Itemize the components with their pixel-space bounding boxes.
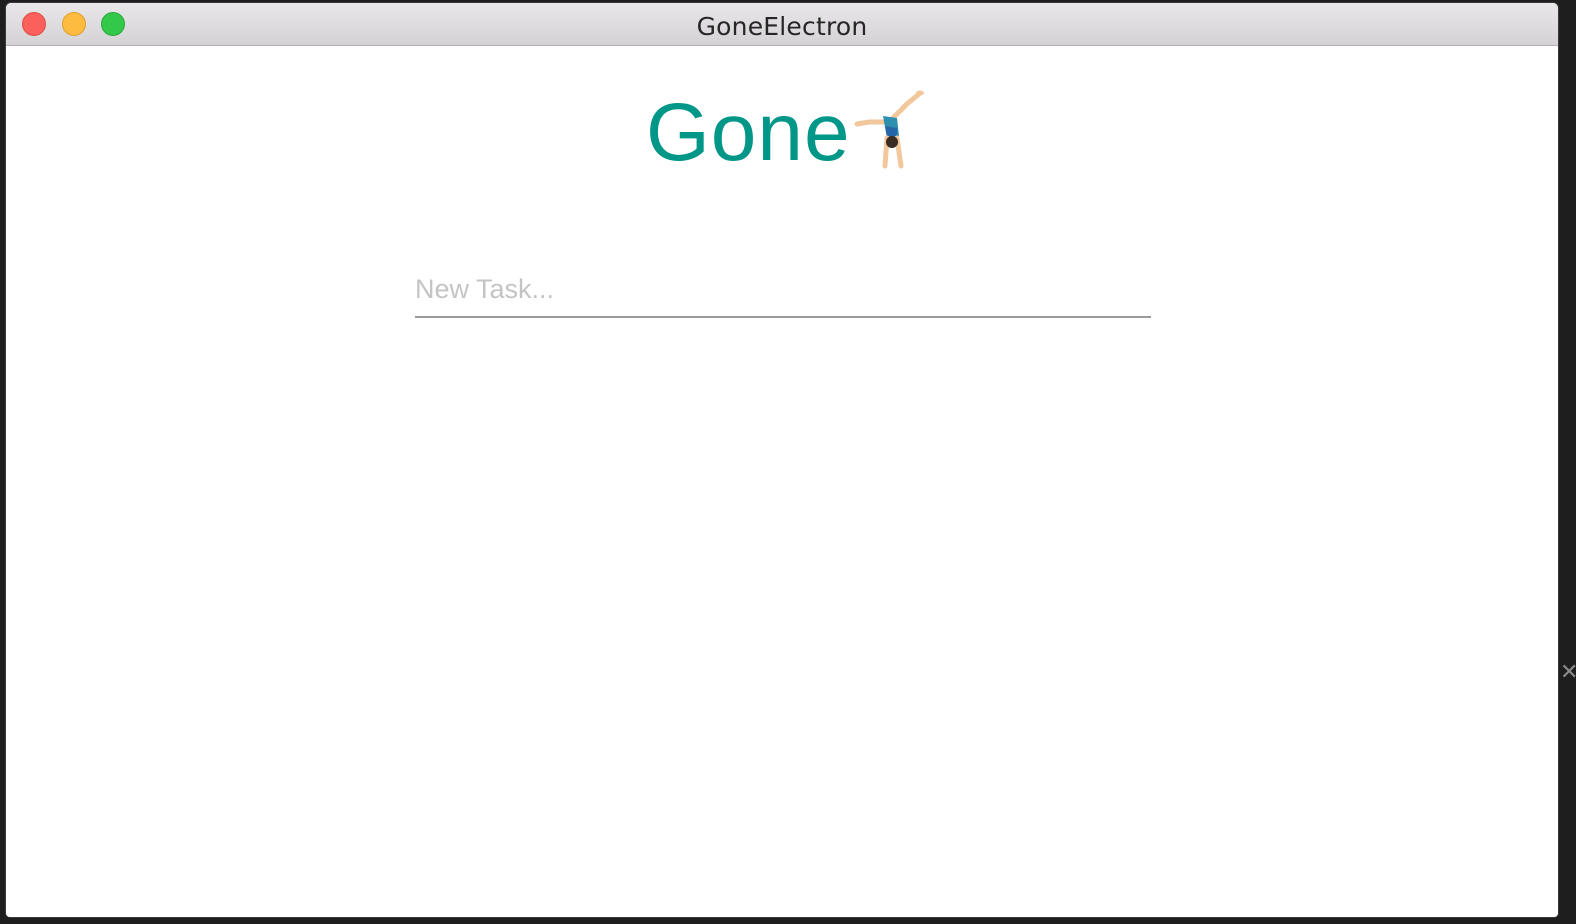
app-window: GoneElectron Gone — [6, 3, 1558, 917]
background-close-icon: ✕ — [1560, 660, 1576, 685]
logo-text: Gone — [646, 87, 851, 178]
new-task-field — [415, 244, 1151, 322]
title-bar[interactable]: GoneElectron — [6, 3, 1558, 46]
window-title: GoneElectron — [696, 12, 868, 41]
new-task-input[interactable] — [415, 244, 1151, 318]
app-logo: Gone — [646, 84, 929, 174]
app-content: Gone — [6, 46, 1558, 917]
cartwheel-person-icon — [854, 90, 924, 169]
